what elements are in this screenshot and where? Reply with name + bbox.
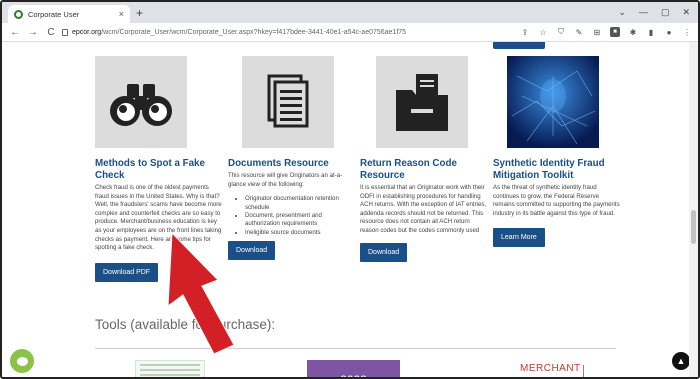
minimize-button[interactable]: — (639, 5, 648, 19)
sidebar-icon[interactable]: ▮ (646, 27, 656, 37)
page-content: Methods to Spot a Fake Check Check fraud… (2, 42, 698, 377)
card-description: Check fraud is one of the oldest payment… (95, 184, 222, 252)
tool-thumbnail[interactable] (135, 360, 205, 377)
card-documents-resource: Documents Resource This resource will gi… (228, 56, 356, 261)
card-description: It is essential that an Originator work … (360, 184, 487, 234)
tool-thumbnail-2022[interactable]: 2022 (307, 360, 400, 377)
card-return-reason: Return Reason Code Resource It is essent… (360, 56, 488, 262)
address-bar[interactable]: epcor.org/wcm/Corporate_User/wcm/Corpora… (58, 25, 478, 40)
scroll-to-top-icon[interactable]: ▲ (672, 352, 690, 370)
share-icon[interactable]: ⇪ (520, 27, 530, 37)
card-description: As the threat of synthetic identity frau… (493, 184, 620, 217)
card-synthetic-identity: Synthetic Identity Fraud Mitigation Tool… (493, 56, 621, 248)
window-controls: ⌄ — ▢ ✕ (618, 5, 690, 19)
card-fake-check: Methods to Spot a Fake Check Check fraud… (95, 56, 223, 282)
tab-title: Corporate User (28, 9, 80, 19)
divider (95, 348, 616, 349)
card-title[interactable]: Documents Resource (228, 158, 356, 170)
shield-icon[interactable]: ⛉ (556, 27, 566, 37)
extension-icon[interactable]: ✎ (574, 27, 584, 37)
toolbar-icons: ⇪ ☆ ⛉ ✎ ⊞ ■ ✱ ▮ ● ⋮ (520, 27, 692, 37)
menu-icon[interactable]: ⋮ (682, 27, 692, 37)
tab-corporate-user[interactable]: Corporate User × (8, 5, 130, 23)
download-button[interactable]: Download (228, 241, 276, 261)
card-description: This resource will give Originators an a… (228, 172, 343, 188)
card-title[interactable]: Methods to Spot a Fake Check (95, 158, 223, 182)
list-item: Document, presentment and authorization … (245, 212, 356, 229)
digital-identity-image (507, 56, 599, 148)
profile-icon[interactable]: ● (664, 27, 674, 37)
learn-more-button[interactable]: Learn More (493, 228, 545, 248)
card-title[interactable]: Return Reason Code Resource (360, 158, 488, 182)
binoculars-icon (95, 56, 187, 148)
partial-button[interactable] (493, 42, 545, 49)
puzzle-icon[interactable]: ✱ (628, 27, 638, 37)
scrollbar-thumb[interactable] (691, 210, 696, 244)
extension-icon[interactable]: ■ (610, 27, 620, 37)
star-icon[interactable]: ☆ (538, 27, 548, 37)
new-tab-button[interactable]: + (136, 5, 143, 21)
forward-button[interactable]: → (28, 27, 38, 38)
url-path: /wcm/Corporate_User/wcm/Corporate_User.a… (101, 29, 407, 36)
download-pdf-button[interactable]: Download PDF (95, 262, 159, 282)
tab-search-icon[interactable]: ⌄ (618, 5, 626, 19)
tab-strip: Corporate User × + ⌄ — ▢ ✕ (2, 2, 698, 23)
reload-button[interactable]: C (46, 27, 56, 38)
maximize-button[interactable]: ▢ (661, 5, 670, 19)
card-title[interactable]: Synthetic Identity Fraud Mitigation Tool… (493, 158, 621, 182)
close-window-button[interactable]: ✕ (682, 5, 690, 19)
lock-icon[interactable] (62, 29, 68, 36)
download-button[interactable]: Download (360, 242, 408, 262)
back-button[interactable]: ← (10, 27, 20, 38)
url-domain: epcor.org (72, 29, 102, 36)
bullet-list: Originator documentation retention sched… (228, 195, 356, 237)
folder-icon (376, 56, 468, 148)
favicon-icon (14, 9, 23, 19)
chat-icon[interactable] (10, 349, 34, 373)
extension-icon[interactable]: ⊞ (592, 27, 602, 37)
list-item: Originator documentation retention sched… (245, 195, 356, 212)
browser-window: Corporate User × + ⌄ — ▢ ✕ ← → C epcor.o… (0, 0, 700, 379)
address-toolbar: ← → C epcor.org/wcm/Corporate_User/wcm/C… (2, 23, 698, 42)
tools-heading: Tools (available for purchase): (95, 317, 276, 332)
tool-thumbnail-merchant[interactable]: MERCHANT (520, 363, 584, 377)
tab-close-icon[interactable]: × (119, 9, 124, 19)
list-item: Ineligible source documents (245, 229, 356, 237)
scrollbar[interactable] (689, 42, 698, 377)
document-icon (242, 56, 334, 148)
